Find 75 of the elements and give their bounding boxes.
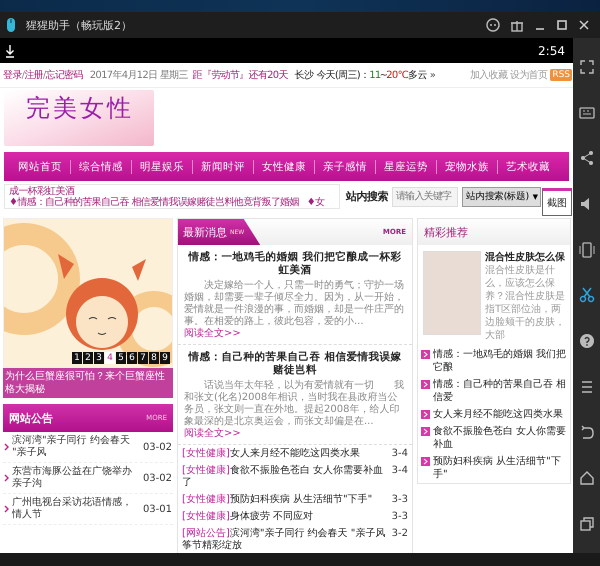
nav-link[interactable]: 艺术收藏 xyxy=(498,160,558,174)
news-link[interactable]: [网站公告]滨河湾"亲子同行 约会春天 "亲子风筝节精彩绽放 xyxy=(182,528,388,552)
page-number[interactable]: 1 xyxy=(72,352,82,364)
pick-link[interactable]: 情感：一地鸡毛的婚姻 我们把它酿 xyxy=(433,348,567,374)
news-date: 3-4 xyxy=(392,465,408,476)
account-link[interactable]: 注册 xyxy=(24,68,43,82)
article-summary: 话说当年太年轻，以为有爱情就有一切 我和张文(化名)2008年相识，当时我在县政府当公务员，张文则一直在外地。提起2008年，给人印象最深的是北京奥运会，而张文却偏是在... 阅读全文>> xyxy=(184,380,405,440)
news-date: 3-2 xyxy=(392,528,408,539)
page-number[interactable]: 5 xyxy=(116,352,126,364)
search-field[interactable]: 请输入关键字 xyxy=(392,186,458,206)
notice-date: 03-02 xyxy=(142,442,172,452)
read-more-link[interactable]: 阅读全文>> xyxy=(184,428,241,439)
weather-more-link[interactable]: » xyxy=(430,70,436,80)
nav-link[interactable]: 宠物水族 xyxy=(437,160,497,174)
notice-date: 03-02 xyxy=(142,472,172,484)
nav-link[interactable]: 网站首页 xyxy=(10,160,70,174)
page-number[interactable]: 6 xyxy=(127,352,137,364)
news-date: 3-3 xyxy=(392,494,408,505)
section-title: 最新消息 xyxy=(183,224,227,240)
news-link[interactable]: [女性健康]身体疲劳 不同应对 xyxy=(182,511,388,523)
high-temperature: 20℃ xyxy=(386,70,408,80)
page-number[interactable]: 2 xyxy=(83,352,93,364)
page-number[interactable]: 3 xyxy=(94,352,104,364)
logo-banner[interactable]: 完美女性 xyxy=(4,90,154,146)
page-number[interactable]: 7 xyxy=(138,352,148,364)
date-text: 2017年4月12日 星期三 xyxy=(90,68,188,82)
nav-link[interactable]: 亲子感情 xyxy=(315,160,375,174)
notice-date: 03-01 xyxy=(142,504,172,514)
city-name: 长沙 xyxy=(294,68,314,82)
featured-caption[interactable]: 为什么巨蟹座很可怕？来个巨蟹座性格大揭秘 xyxy=(3,368,173,398)
countdown-text: 距『劳动节』还有20天 xyxy=(192,68,288,82)
news-date: 3-4 xyxy=(392,448,408,459)
nav-link[interactable]: 明星娱乐 xyxy=(132,160,192,174)
notice-link[interactable]: 东营市海豚公益在广饶举办亲子沟 xyxy=(12,466,140,490)
article-title[interactable]: 情感：自己种的苦果自己吞 相信爱情我误嫁赌徒岂料 xyxy=(184,351,406,377)
weather-label: 今天(周三)： xyxy=(316,69,370,82)
notice-link[interactable]: 广州电视台采访花语情感，情人节 xyxy=(12,497,140,521)
ticker-link[interactable]: ♦情感：自己种的苦果自己吞 相信爱情我误嫁赌徒岂料他竟背叛了婚姻 xyxy=(9,196,299,208)
nav-link[interactable]: 女性健康 xyxy=(254,160,314,174)
window-title: 猩猩助手（畅玩版2） xyxy=(26,18,132,32)
nav-link[interactable]: 新闻时评 xyxy=(193,160,253,174)
news-link[interactable]: [女性健康]预防妇科疾病 从生活细节"下手" xyxy=(182,494,388,506)
logo-text: 完美女性 xyxy=(26,96,134,120)
page-number[interactable]: 4 xyxy=(105,352,115,364)
news-date: 3-3 xyxy=(392,511,408,522)
page-number[interactable]: 9 xyxy=(160,352,170,364)
read-more-link[interactable]: 阅读全文>> xyxy=(184,328,241,339)
nav-link[interactable]: 星座运势 xyxy=(376,160,436,174)
news-link[interactable]: [女性健康]食欲不振脸色苍白 女人你需要补血了 xyxy=(182,465,388,489)
notice-link[interactable]: 滨河湾"亲子同行 约会春天 "亲子风 xyxy=(12,435,140,459)
pick-link[interactable]: 情感：自己种的苦果自己吞 相信爱 xyxy=(433,378,567,404)
section-title: 精彩推荐 xyxy=(424,224,468,240)
account-link[interactable]: 忘记密码 xyxy=(46,68,83,82)
tooltip: 截图 xyxy=(542,188,572,216)
section-title: 网站公告 xyxy=(9,410,53,426)
pick-link[interactable]: 女人来月经不能吃这四类水果 xyxy=(433,408,563,421)
clock-time: 2:54 xyxy=(538,44,565,58)
feature-title[interactable]: 混合性皮肤怎么保 xyxy=(485,251,567,264)
search-label: 站内搜索 xyxy=(346,189,388,204)
news-link[interactable]: [女性健康]女人来月经不能吃这四类水果 xyxy=(182,448,388,460)
temperature-separator: ~ xyxy=(380,70,388,80)
separator-text: / xyxy=(42,70,46,80)
weather-condition: 多云 xyxy=(408,69,427,82)
nav-link[interactable]: 综合情感 xyxy=(71,160,131,174)
separator-text: / xyxy=(22,70,24,80)
article-title[interactable]: 情感：一地鸡毛的婚姻 我们把它酿成一杯彩虹美酒 xyxy=(184,251,406,277)
ticker-link[interactable]: 成一杯彩虹美酒 xyxy=(9,186,74,196)
feature-summary: 混合性皮肤是什么，应该怎么保养？混合性皮肤是指T区部位油，两边脸颊干的皮肤，大部 xyxy=(485,264,566,342)
ticker-link[interactable]: ♦女 xyxy=(306,196,324,208)
low-temperature: 11 xyxy=(369,70,381,80)
pick-link[interactable]: 食欲不振脸色苍白 女人你需要补血 xyxy=(433,425,567,451)
article-summary: 决定嫁给一个人，只需一时的勇气；守护一场婚姻，却需要一辈子倾尽全力。因为，从一开始，爱情就是一件浪漫的事，而婚姻，却是一件庄严的事。在相爱的路上，彼此包容，爱的小... 阅读全文>> xyxy=(184,280,405,340)
pick-link[interactable]: 预防妇科疾病 从生活细节"下手" xyxy=(433,455,567,481)
page-number[interactable]: 8 xyxy=(149,352,159,364)
account-link[interactable]: 登录 xyxy=(3,68,22,82)
